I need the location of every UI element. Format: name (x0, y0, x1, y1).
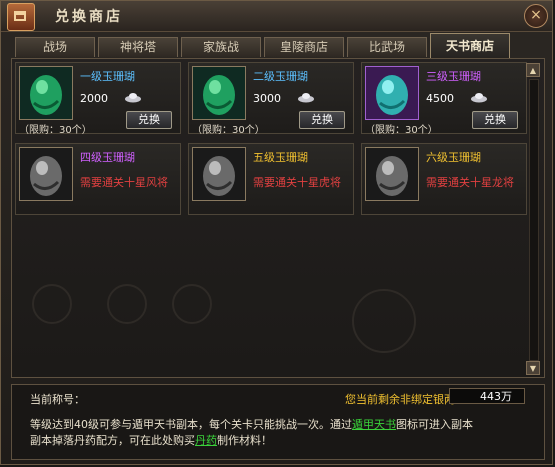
unlock-requirement: 需要通关十星龙将 (426, 176, 514, 189)
purchase-limit: （限购：30个） (192, 125, 265, 136)
dungeon-link[interactable]: 遁甲天书 (352, 418, 396, 431)
description-text: 等级达到40级可参与遁甲天书副本，每个关卡只能挑战一次。通过遁甲天书图标可进入副… (30, 417, 473, 449)
item-name: 六级玉珊瑚 (426, 151, 481, 164)
grey-jade-icon[interactable] (19, 147, 73, 201)
desc-line2-a: 副本掉落丹药配方，可在此处购买 (30, 434, 195, 447)
grey-jade-icon[interactable] (365, 147, 419, 201)
item-name: 三级玉珊瑚 (426, 70, 481, 83)
scroll-up-icon[interactable]: ▲ (526, 63, 540, 77)
silver-ingot-icon (125, 93, 141, 103)
shop-item-card[interactable]: 四级玉珊瑚 需要通关十星风将 (15, 143, 181, 215)
tab-arena[interactable]: 比武场 (347, 37, 427, 57)
unlock-requirement: 需要通关十星虎将 (253, 176, 341, 189)
desc-line2-b: 制作材料！ (217, 434, 272, 447)
decor-circle (107, 284, 147, 324)
decor-circle (352, 289, 416, 353)
silver-balance-label: 您当前剩余非绑定银两： (345, 393, 466, 406)
purchase-limit: （限购：30个） (365, 125, 438, 136)
item-name: 五级玉珊瑚 (253, 151, 308, 164)
item-name: 二级玉珊瑚 (253, 70, 308, 83)
desc-line1-a: 等级达到40级可参与遁甲天书副本，每个关卡只能挑战一次。通过 (30, 418, 352, 431)
close-button[interactable]: × (524, 4, 548, 28)
info-footer: 当前称号： 您当前剩余非绑定银两： 443万 等级达到40级可参与遁甲天书副本，… (11, 384, 545, 460)
current-title-label: 当前称号： (30, 393, 85, 406)
unlock-requirement: 需要通关十星风将 (80, 176, 168, 189)
silver-ingot-icon (471, 93, 487, 103)
exchange-button[interactable]: 兑换 (126, 111, 172, 129)
tab-general-tower[interactable]: 神将塔 (98, 37, 178, 57)
exchange-button[interactable]: 兑换 (299, 111, 345, 129)
tab-imperial-tomb-shop[interactable]: 皇陵商店 (264, 37, 344, 57)
decor-circle (32, 284, 72, 324)
shop-item-card[interactable]: 五级玉珊瑚 需要通关十星虎将 (188, 143, 354, 215)
item-name: 一级玉珊瑚 (80, 70, 135, 83)
shop-item-card[interactable]: 六级玉珊瑚 需要通关十星龙将 (361, 143, 527, 215)
item-name: 四级玉珊瑚 (80, 151, 135, 164)
shop-item-card[interactable]: 三级玉珊瑚 4500 （限购：30个） 兑换 (361, 62, 527, 136)
silver-balance-value: 443万 (449, 388, 525, 404)
purchase-limit: （限购：30个） (19, 125, 92, 136)
green-jade-icon[interactable] (192, 66, 246, 120)
shop-item-card[interactable]: 一级玉珊瑚 2000 （限购：30个） 兑换 (15, 62, 181, 136)
teal-jade-icon[interactable] (365, 66, 419, 120)
shop-items-panel: 一级玉珊瑚 2000 （限购：30个） 兑换 二级玉珊瑚 3000 （限购：30… (11, 58, 545, 378)
shop-item-card[interactable]: 二级玉珊瑚 3000 （限购：30个） 兑换 (188, 62, 354, 136)
silver-ingot-icon (298, 93, 314, 103)
green-jade-icon[interactable] (19, 66, 73, 120)
shop-icon (7, 3, 35, 31)
exchange-shop-window: 兑换商店 × 战场 神将塔 家族战 皇陵商店 比武场 天书商店 一级玉珊瑚 20… (0, 0, 553, 465)
tab-battlefield[interactable]: 战场 (15, 37, 95, 57)
item-price: 4500 (426, 92, 454, 105)
window-title: 兑换商店 (55, 9, 123, 25)
exchange-button[interactable]: 兑换 (472, 111, 518, 129)
desc-line1-b: 图标可进入副本 (396, 418, 473, 431)
scroll-track[interactable] (529, 79, 539, 361)
scroll-down-icon[interactable]: ▼ (526, 361, 540, 375)
title-bar[interactable]: 兑换商店 × (1, 1, 552, 32)
scrollbar[interactable]: ▲ ▼ (526, 63, 540, 375)
grey-jade-icon[interactable] (192, 147, 246, 201)
tab-heavenly-book-shop[interactable]: 天书商店 (430, 33, 510, 58)
elixir-link[interactable]: 丹药 (195, 434, 217, 447)
item-price: 3000 (253, 92, 281, 105)
decor-circle (172, 284, 212, 324)
item-price: 2000 (80, 92, 108, 105)
tab-clan-war[interactable]: 家族战 (181, 37, 261, 57)
